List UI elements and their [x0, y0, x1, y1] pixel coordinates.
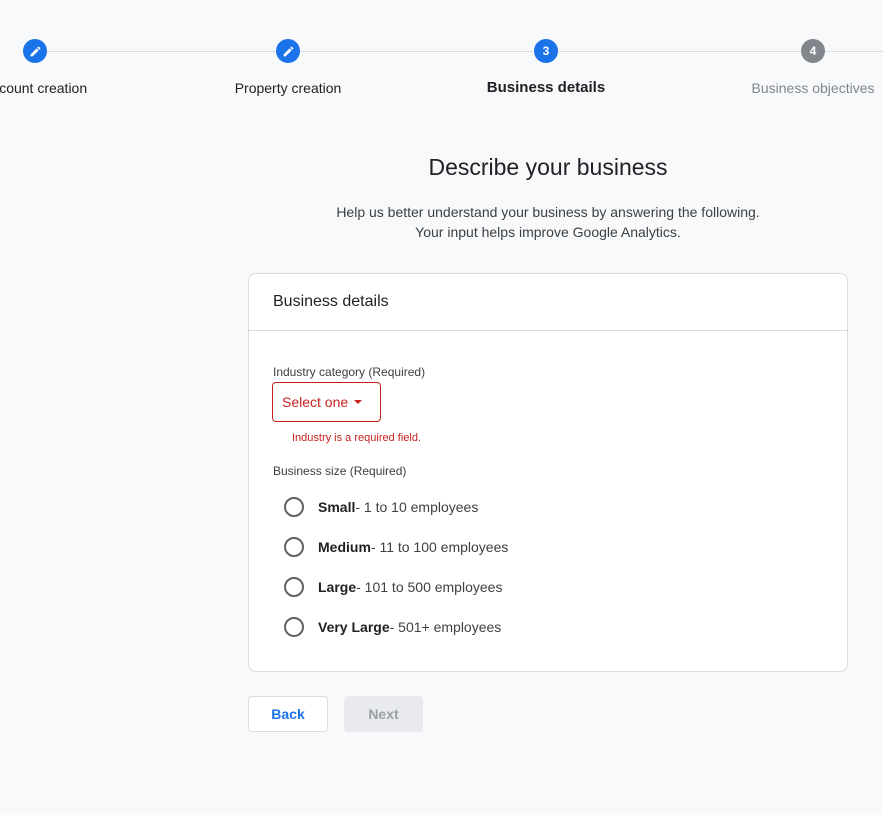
radio-button-icon[interactable]: [284, 497, 304, 517]
business-details-card: Business details Industry category (Requ…: [248, 273, 848, 672]
radio-button-icon[interactable]: [284, 617, 304, 637]
industry-category-select[interactable]: Select one: [272, 382, 381, 422]
next-button[interactable]: Next: [344, 696, 423, 732]
industry-select-value: Select one: [282, 394, 349, 410]
option-name: Small: [318, 499, 356, 515]
step-connector: [300, 51, 533, 52]
option-description: - 501+ employees: [389, 619, 502, 635]
business-size-option-small[interactable]: Small - 1 to 10 employees: [284, 497, 478, 517]
business-size-option-very-large[interactable]: Very Large - 501+ employees: [284, 617, 501, 637]
option-name: Large: [318, 579, 357, 595]
step-connector: [558, 51, 800, 52]
subtext-line-1: Help us better understand your business …: [336, 204, 760, 220]
step-3-active-circle: 3: [534, 39, 558, 63]
business-size-option-medium[interactable]: Medium - 11 to 100 employees: [284, 537, 508, 557]
radio-button-icon[interactable]: [284, 577, 304, 597]
option-description: - 11 to 100 employees: [370, 539, 509, 555]
business-size-label: Business size (Required): [273, 464, 407, 478]
industry-category-label: Industry category (Required): [273, 365, 426, 379]
card-title: Business details: [249, 274, 847, 331]
business-size-option-large[interactable]: Large - 101 to 500 employees: [284, 577, 502, 597]
step-1-done-circle[interactable]: [23, 39, 47, 63]
step-connector: [825, 51, 883, 52]
step-4-label: Business objectives: [751, 80, 875, 96]
stepper: Account creation Property creation 3 Bus…: [0, 0, 883, 110]
back-button[interactable]: Back: [248, 696, 328, 732]
step-2-label[interactable]: Property creation: [235, 80, 342, 96]
step-connector: [47, 51, 275, 52]
option-description: - 1 to 10 employees: [355, 499, 479, 515]
page-subtext: Help us better understand your business …: [248, 202, 848, 242]
subtext-line-2: Your input helps improve Google Analytic…: [415, 224, 681, 240]
pencil-icon: [283, 46, 293, 56]
step-3-label: Business details: [486, 79, 606, 96]
radio-button-icon[interactable]: [284, 537, 304, 557]
step-2-done-circle[interactable]: [276, 39, 300, 63]
option-name: Very Large: [318, 619, 390, 635]
caret-down-icon: [354, 400, 363, 404]
page-title: Describe your business: [428, 154, 668, 180]
pencil-icon: [30, 46, 40, 56]
option-description: - 101 to 500 employees: [356, 579, 503, 595]
industry-error-message: Industry is a required field.: [292, 432, 422, 444]
step-4-pending-circle: 4: [801, 39, 825, 63]
step-1-label[interactable]: Account creation: [0, 80, 87, 96]
option-name: Medium: [318, 539, 371, 555]
